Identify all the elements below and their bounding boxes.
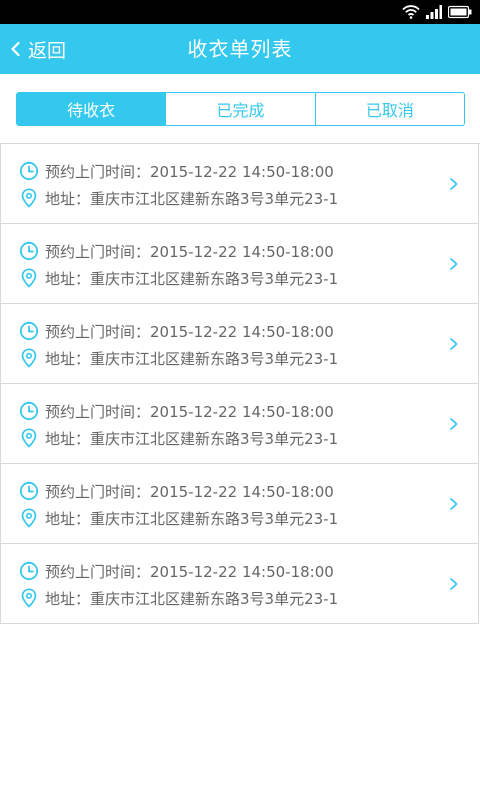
address-row: 地址：重庆市江北区建新东路3号3单元23-1 — [19, 427, 338, 449]
order-list: 预约上门时间：2015-12-22 14:50-18:00 地址：重庆市江北区建… — [0, 143, 480, 624]
pickup-address: 地址：重庆市江北区建新东路3号3单元23-1 — [45, 269, 339, 288]
clock-icon — [19, 161, 39, 181]
list-item[interactable]: 预约上门时间：2015-12-22 14:50-18:00 地址：重庆市江北区建… — [0, 144, 479, 224]
appointment-time: 预约上门时间：2015-12-22 14:50-18:00 — [45, 162, 334, 181]
appointment-time: 预约上门时间：2015-12-22 14:50-18:00 — [45, 482, 334, 501]
appointment-time: 预约上门时间：2015-12-22 14:50-18:00 — [45, 402, 334, 421]
address-row: 地址：重庆市江北区建新东路3号3单元23-1 — [19, 187, 338, 209]
pickup-address: 地址：重庆市江北区建新东路3号3单元23-1 — [45, 189, 339, 208]
page-title: 收衣单列表 — [187, 37, 293, 61]
location-pin-icon — [21, 588, 37, 608]
location-pin-icon — [21, 348, 37, 368]
back-label: 返回 — [28, 39, 67, 62]
address-row: 地址：重庆市江北区建新东路3号3单元23-1 — [19, 507, 338, 529]
chevron-right-icon — [450, 578, 458, 590]
chevron-right-icon — [450, 178, 458, 190]
clock-icon — [19, 561, 39, 581]
location-pin-icon — [21, 508, 37, 528]
time-row: 预约上门时间：2015-12-22 14:50-18:00 — [19, 400, 334, 422]
time-row: 预约上门时间：2015-12-22 14:50-18:00 — [19, 320, 334, 342]
clock-icon — [19, 241, 39, 261]
pickup-address: 地址：重庆市江北区建新东路3号3单元23-1 — [45, 589, 339, 608]
chevron-right-icon — [450, 258, 458, 270]
list-item[interactable]: 预约上门时间：2015-12-22 14:50-18:00 地址：重庆市江北区建… — [0, 384, 479, 464]
address-row: 地址：重庆市江北区建新东路3号3单元23-1 — [19, 267, 338, 289]
pickup-address: 地址：重庆市江北区建新东路3号3单元23-1 — [45, 429, 339, 448]
signal-icon — [426, 5, 442, 19]
status-tabs: 待收衣 已完成 已取消 — [16, 92, 465, 126]
time-row: 预约上门时间：2015-12-22 14:50-18:00 — [19, 160, 334, 182]
location-pin-icon — [21, 428, 37, 448]
appointment-time: 预约上门时间：2015-12-22 14:50-18:00 — [45, 242, 334, 261]
app-header: 收衣单列表 返回 — [0, 24, 480, 74]
time-row: 预约上门时间：2015-12-22 14:50-18:00 — [19, 240, 334, 262]
time-row: 预约上门时间：2015-12-22 14:50-18:00 — [19, 480, 334, 502]
pickup-address: 地址：重庆市江北区建新东路3号3单元23-1 — [45, 509, 339, 528]
chevron-left-icon — [11, 41, 20, 57]
tab-cancelled[interactable]: 已取消 — [314, 93, 464, 125]
clock-icon — [19, 481, 39, 501]
back-button[interactable]: 返回 — [6, 24, 66, 74]
status-bar — [0, 0, 480, 24]
appointment-time: 预约上门时间：2015-12-22 14:50-18:00 — [45, 322, 334, 341]
tab-completed[interactable]: 已完成 — [165, 93, 314, 125]
location-pin-icon — [21, 188, 37, 208]
appointment-time: 预约上门时间：2015-12-22 14:50-18:00 — [45, 562, 334, 581]
list-item[interactable]: 预约上门时间：2015-12-22 14:50-18:00 地址：重庆市江北区建… — [0, 304, 479, 384]
clock-icon — [19, 321, 39, 341]
list-item[interactable]: 预约上门时间：2015-12-22 14:50-18:00 地址：重庆市江北区建… — [0, 464, 479, 544]
list-item[interactable]: 预约上门时间：2015-12-22 14:50-18:00 地址：重庆市江北区建… — [0, 224, 479, 304]
list-item[interactable]: 预约上门时间：2015-12-22 14:50-18:00 地址：重庆市江北区建… — [0, 544, 479, 624]
battery-icon — [448, 5, 472, 19]
chevron-right-icon — [450, 338, 458, 350]
time-row: 预约上门时间：2015-12-22 14:50-18:00 — [19, 560, 334, 582]
pickup-address: 地址：重庆市江北区建新东路3号3单元23-1 — [45, 349, 339, 368]
clock-icon — [19, 401, 39, 421]
chevron-right-icon — [450, 418, 458, 430]
tab-pending[interactable]: 待收衣 — [17, 93, 166, 125]
wifi-icon — [402, 5, 420, 19]
address-row: 地址：重庆市江北区建新东路3号3单元23-1 — [19, 347, 338, 369]
chevron-right-icon — [450, 498, 458, 510]
location-pin-icon — [21, 268, 37, 288]
address-row: 地址：重庆市江北区建新东路3号3单元23-1 — [19, 587, 338, 609]
